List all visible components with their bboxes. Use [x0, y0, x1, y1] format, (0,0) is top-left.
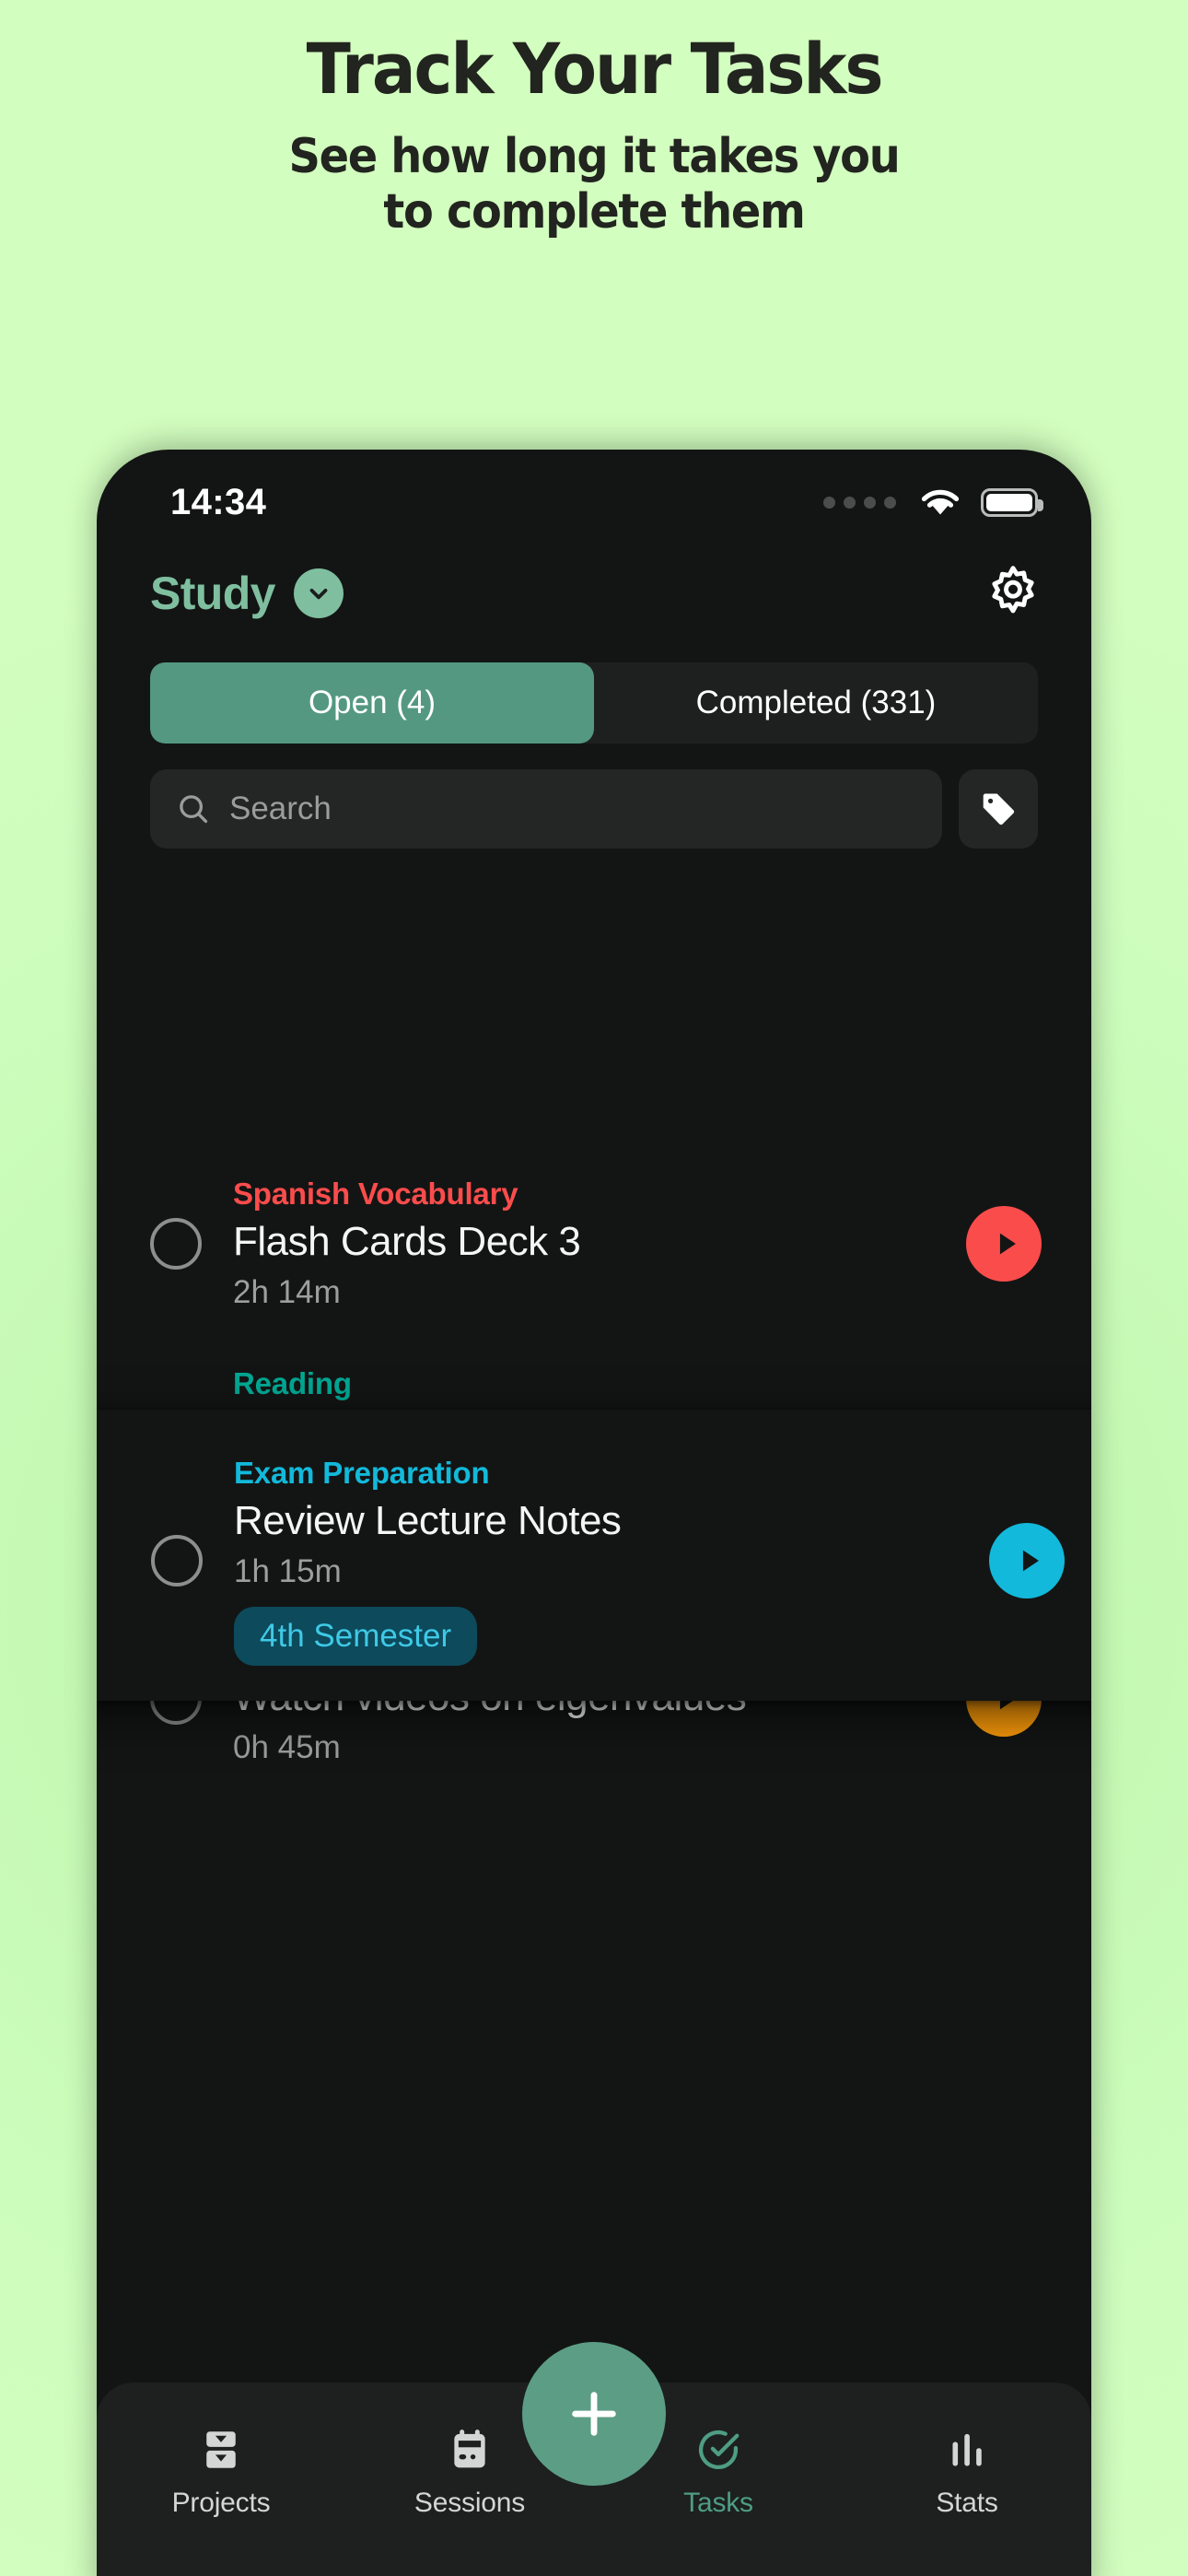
- status-bar-indicators: [823, 487, 1043, 517]
- task-complete-checkbox[interactable]: [151, 1535, 203, 1587]
- play-icon: [1022, 1550, 1039, 1572]
- tab-projects[interactable]: Projects: [97, 2425, 345, 2519]
- check-circle-icon: [699, 2430, 740, 2469]
- plus-icon: [572, 2392, 616, 2436]
- task-project-label: Reading: [233, 1366, 352, 1400]
- task-project-label: Exam Preparation: [234, 1456, 490, 1490]
- task-filter-segmented-control: Open (4) Completed (331): [150, 662, 1038, 744]
- app-bar: Study: [97, 538, 1091, 624]
- table-row[interactable]: Exam Preparation Review Lecture Notes 1h…: [97, 1426, 1091, 1688]
- play-button[interactable]: [966, 1206, 1042, 1282]
- promo-title: Track Your Tasks: [306, 28, 884, 110]
- promo-subtitle: See how long it takes you to complete th…: [48, 129, 1141, 240]
- task-body: Exam Preparation Review Lecture Notes 1h…: [234, 1456, 969, 1666]
- tab-label: Tasks: [683, 2488, 753, 2518]
- search-row: Search: [150, 769, 1038, 849]
- task-duration: 2h 14m: [233, 1274, 341, 1310]
- signal-dots-icon: [823, 496, 900, 509]
- tag-icon: [983, 793, 1015, 825]
- table-row[interactable]: Spanish Vocabulary Flash Cards Deck 3 2h…: [97, 1149, 1091, 1339]
- promo-subtitle-line-2: to complete them: [383, 183, 805, 240]
- task-complete-checkbox[interactable]: [150, 1218, 202, 1270]
- add-task-button[interactable]: [522, 2342, 666, 2486]
- status-bar: 14:34: [97, 450, 1091, 538]
- task-duration: 0h 45m: [233, 1729, 341, 1765]
- project-selector-label[interactable]: Study: [150, 567, 276, 620]
- task-tag[interactable]: 4th Semester: [234, 1607, 478, 1666]
- play-icon: [999, 1233, 1016, 1255]
- gear-icon[interactable]: [984, 562, 1042, 624]
- status-bar-time: 14:34: [170, 481, 267, 522]
- play-button[interactable]: [989, 1523, 1065, 1598]
- search-icon: [180, 795, 208, 824]
- floating-card-spacer: [97, 856, 1091, 1149]
- search-input[interactable]: Search: [150, 769, 942, 849]
- tab-label: Stats: [936, 2488, 998, 2518]
- bottom-navigation-bar: Projects Sessions Tasks Stats: [97, 2342, 1091, 2576]
- search-placeholder: Search: [229, 790, 332, 826]
- tab-completed[interactable]: Completed (331): [594, 662, 1038, 744]
- battery-full-icon: [981, 487, 1043, 517]
- task-title: Flash Cards Deck 3: [233, 1219, 581, 1264]
- tab-label: Projects: [171, 2488, 271, 2518]
- dragged-task-card[interactable]: Exam Preparation Review Lecture Notes 1h…: [97, 1410, 1091, 1701]
- wifi-icon: [921, 489, 960, 515]
- promo-subtitle-line-1: See how long it takes you: [288, 128, 900, 184]
- tab-open[interactable]: Open (4): [150, 662, 594, 744]
- archive-icon: [206, 2431, 236, 2468]
- tab-label: Sessions: [413, 2488, 526, 2518]
- task-project-label: Spanish Vocabulary: [233, 1177, 518, 1211]
- calendar-icon: [454, 2430, 485, 2468]
- task-title: Review Lecture Notes: [234, 1498, 622, 1543]
- tag-filter-button[interactable]: [959, 769, 1038, 849]
- tab-stats[interactable]: Stats: [843, 2425, 1091, 2519]
- task-body: Spanish Vocabulary Flash Cards Deck 3 2h…: [233, 1177, 946, 1311]
- chevron-down-icon[interactable]: [293, 568, 344, 618]
- bar-chart-icon: [952, 2433, 982, 2466]
- promo-header: Track Your Tasks See how long it takes y…: [0, 0, 1188, 240]
- phone-mockup: 14:34 Study Open (4) Completed (331) Sea…: [97, 450, 1091, 2576]
- task-duration: 1h 15m: [234, 1553, 342, 1589]
